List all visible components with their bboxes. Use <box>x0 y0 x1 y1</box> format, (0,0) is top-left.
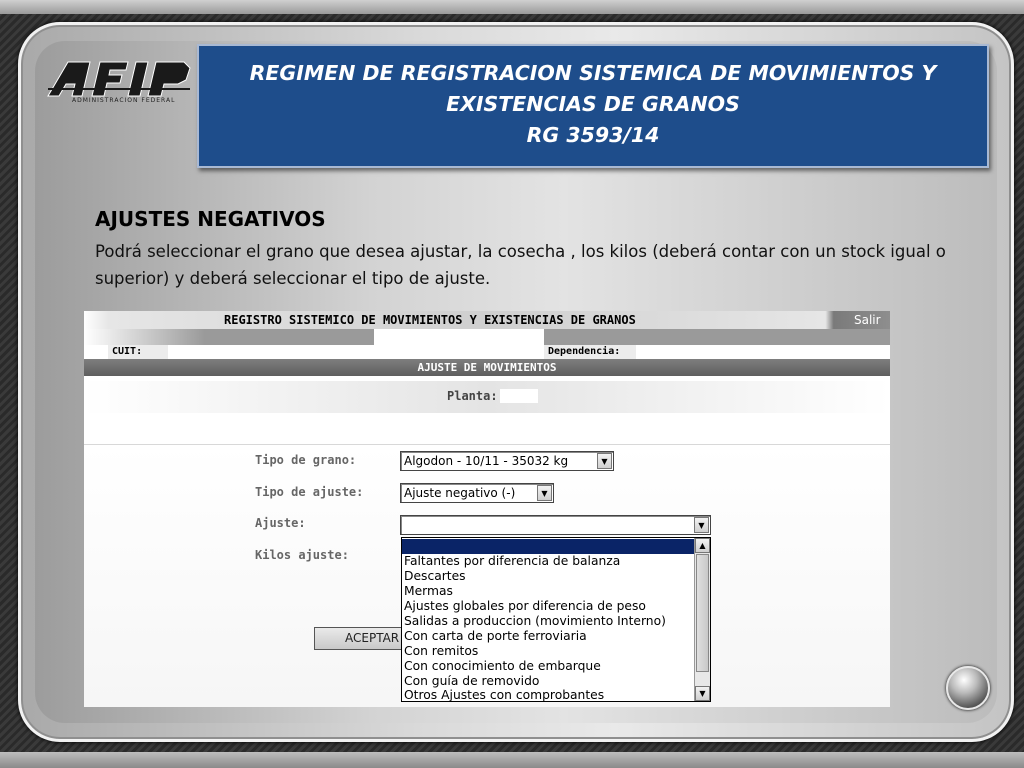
salir-link[interactable]: Salir <box>854 311 881 329</box>
scroll-down-icon[interactable]: ▼ <box>695 686 710 701</box>
planta-row: Planta: <box>84 381 890 413</box>
section-description: Podrá seleccionar el grano que desea aju… <box>95 242 946 288</box>
scroll-up-icon[interactable]: ▲ <box>695 538 710 553</box>
banner-line-1: REGIMEN DE REGISTRACION SISTEMICA DE MOV… <box>249 61 937 85</box>
navigation-knob[interactable] <box>946 666 990 710</box>
tipo-ajuste-select[interactable]: Ajuste negativo (-) ▼ <box>400 483 554 503</box>
scroll-thumb[interactable] <box>696 554 709 672</box>
tipo-grano-value: Algodon - 10/11 - 35032 kg <box>404 454 569 468</box>
dropdown-option[interactable]: Descartes <box>404 569 466 584</box>
aceptar-button[interactable]: ACEPTAR <box>314 627 404 650</box>
title-banner: REGIMEN DE REGISTRACION SISTEMICA DE MOV… <box>197 44 989 168</box>
dropdown-option-blank[interactable] <box>402 539 694 554</box>
app-title: REGISTRO SISTEMICO DE MOVIMIENTOS Y EXIS… <box>224 313 636 327</box>
dropdown-option[interactable]: Ajustes globales por diferencia de peso <box>404 599 646 614</box>
cuit-row: CUIT: Dependencia: <box>84 345 890 359</box>
logo-subtitle: ADMINISTRACION FEDERAL <box>72 97 176 104</box>
chevron-down-icon[interactable]: ▼ <box>694 517 709 533</box>
planta-label: Planta: <box>447 389 498 403</box>
top-decor-strip <box>0 0 1024 14</box>
section-title: AJUSTES NEGATIVOS <box>95 207 326 231</box>
bottom-decor-strip <box>0 752 1024 768</box>
app-screenshot: REGISTRO SISTEMICO DE MOVIMIENTOS Y EXIS… <box>84 311 890 707</box>
tipo-ajuste-label: Tipo de ajuste: <box>255 485 364 499</box>
afip-logo-mark <box>47 61 191 97</box>
ajuste-dropdown-list[interactable]: Faltantes por diferencia de balanza Desc… <box>401 537 711 702</box>
dropdown-option[interactable]: Faltantes por diferencia de balanza <box>404 554 620 569</box>
dropdown-option[interactable]: Otros Ajustes con comprobantes <box>404 688 604 703</box>
cuit-label: CUIT: <box>108 345 168 359</box>
banner-line-2: EXISTENCIAS DE GRANOS <box>446 92 740 116</box>
ajuste-label: Ajuste: <box>255 516 306 530</box>
dropdown-option[interactable]: Con conocimiento de embarque <box>404 659 601 674</box>
kilos-ajuste-label: Kilos ajuste: <box>255 548 349 562</box>
chevron-down-icon[interactable]: ▼ <box>597 453 612 469</box>
dropdown-option[interactable]: Con guía de removido <box>404 674 539 689</box>
dropdown-option[interactable]: Con remitos <box>404 644 478 659</box>
ajuste-select[interactable]: ▼ <box>400 515 711 535</box>
section-subtitle-bar: AJUSTE DE MOVIMIENTOS <box>84 359 890 376</box>
app-header-stripe <box>84 329 890 345</box>
tipo-grano-label: Tipo de grano: <box>255 453 357 467</box>
dependencia-label: Dependencia: <box>544 345 636 359</box>
tipo-grano-select[interactable]: Algodon - 10/11 - 35032 kg ▼ <box>400 451 614 471</box>
banner-line-3: RG 3593/14 <box>526 123 660 147</box>
app-title-bar: REGISTRO SISTEMICO DE MOVIMIENTOS Y EXIS… <box>84 311 890 329</box>
dropdown-option[interactable]: Mermas <box>404 584 453 599</box>
dropdown-option[interactable]: Con carta de porte ferroviaria <box>404 629 587 644</box>
chevron-down-icon[interactable]: ▼ <box>537 485 552 501</box>
tipo-ajuste-value: Ajuste negativo (-) <box>404 486 516 500</box>
planta-value-redacted <box>500 389 538 403</box>
dropdown-option[interactable]: Salidas a produccion (movimiento Interno… <box>404 614 666 629</box>
dropdown-scrollbar[interactable]: ▲ ▼ <box>694 538 710 701</box>
